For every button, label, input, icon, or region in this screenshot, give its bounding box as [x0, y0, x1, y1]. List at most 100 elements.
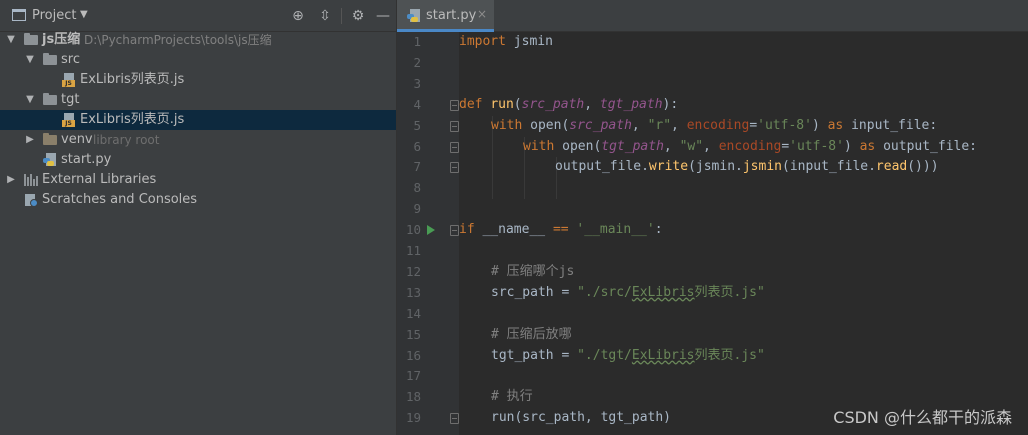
gutter-line[interactable]: 1	[397, 32, 459, 53]
project-header: Project ▼ ⊕ ⇳ ⚙ —	[0, 0, 396, 32]
chevron-right-icon[interactable]: ▶	[5, 170, 17, 190]
chevron-down-icon[interactable]: ▼	[80, 9, 88, 20]
folder-icon	[24, 33, 38, 45]
tree-item-label: venv	[61, 132, 93, 147]
gutter-line[interactable]: 14	[397, 304, 459, 325]
line-number: 5	[413, 117, 421, 133]
fold-icon[interactable]	[450, 99, 459, 111]
code-line-15: # 压缩后放哪	[491, 326, 572, 342]
editor-area: start.py × 1 2 3 4 5 6 7 8 9 10 11 12 13 14 15 16 17 18 19…	[397, 0, 1028, 435]
code-line-19: run(src_path, tgt_path)	[491, 410, 672, 426]
project-window-icon	[12, 9, 26, 21]
project-tree: ▼ js压缩 D:\PycharmProjects\tools\js压缩 ▼ s…	[0, 30, 396, 210]
folder-icon	[43, 53, 57, 65]
gutter-line[interactable]: 11	[397, 241, 459, 262]
line-number: 3	[413, 75, 421, 91]
header-divider	[341, 8, 342, 24]
gutter-line[interactable]: 6	[397, 137, 459, 158]
gutter-line[interactable]: 4	[397, 95, 459, 116]
tab-start-py[interactable]: start.py ×	[397, 0, 494, 32]
code-line-16: tgt_path = "./tgt/ExLibris列表页.js"	[491, 347, 765, 363]
project-tool-window: Project ▼ ⊕ ⇳ ⚙ — ▼ js压缩 D:\PycharmProje…	[0, 0, 397, 435]
code-line-6: with open(tgt_path, "w", encoding='utf-8…	[523, 138, 978, 154]
code-line-7: output_file.write(jsmin.jsmin(input_file…	[555, 159, 939, 175]
editor-gutter[interactable]: 1 2 3 4 5 6 7 8 9 10 11 12 13 14 15 16 17 18 19	[397, 32, 459, 435]
code-line-1: import jsmin	[459, 34, 553, 49]
gutter-line[interactable]: 13	[397, 283, 459, 304]
gutter-line[interactable]: 9	[397, 199, 459, 220]
fold-icon[interactable]	[450, 120, 459, 132]
line-number: 2	[413, 54, 421, 70]
line-number: 6	[413, 138, 421, 154]
run-icon[interactable]	[427, 225, 435, 236]
gutter-line[interactable]: 5	[397, 116, 459, 137]
gear-icon[interactable]: ⚙	[349, 7, 367, 25]
tree-item-tgt[interactable]: ▼ tgt	[0, 90, 396, 110]
folder-icon	[43, 133, 57, 145]
chevron-down-icon[interactable]: ▼	[24, 90, 36, 110]
library-icon	[24, 174, 38, 186]
tree-item-label: ExLibris列表页.js	[80, 72, 185, 87]
fold-end-icon[interactable]	[450, 413, 459, 425]
tree-item-root[interactable]: ▼ js压缩 D:\PycharmProjects\tools\js压缩	[0, 30, 396, 50]
tree-item-label: js压缩	[42, 32, 81, 47]
javascript-file-icon: JS	[62, 73, 76, 87]
hide-icon[interactable]: —	[374, 7, 392, 25]
line-number: 14	[405, 305, 421, 321]
tree-item-src[interactable]: ▼ src	[0, 50, 396, 70]
line-number: 1	[413, 34, 421, 49]
code-line-12: # 压缩哪个js	[491, 263, 575, 279]
tree-item-label: Scratches and Consoles	[42, 192, 198, 207]
line-number: 16	[405, 347, 421, 363]
fold-end-icon[interactable]	[450, 162, 459, 174]
code-line-10: if __name__ == '__main__':	[459, 222, 663, 238]
chevron-down-icon[interactable]: ▼	[24, 50, 36, 70]
code-line-4: def run(src_path, tgt_path):	[459, 96, 679, 112]
chevron-down-icon[interactable]: ▼	[5, 30, 17, 50]
gutter-line[interactable]: 10	[397, 220, 459, 241]
gutter-line[interactable]: 3	[397, 74, 459, 95]
fold-icon[interactable]	[450, 141, 459, 153]
line-number: 9	[413, 201, 421, 217]
scratches-icon	[24, 193, 38, 207]
tree-item-src-file[interactable]: JS ExLibris列表页.js	[0, 70, 396, 90]
gutter-line[interactable]: 19	[397, 408, 459, 429]
line-number: 4	[413, 96, 421, 112]
tree-item-scratches[interactable]: Scratches and Consoles	[0, 190, 396, 210]
close-icon[interactable]: ×	[477, 7, 487, 21]
gutter-line[interactable]: 16	[397, 346, 459, 367]
gutter-line[interactable]: 17	[397, 366, 459, 387]
line-number: 19	[405, 410, 421, 426]
tree-item-external-libraries[interactable]: ▶ External Libraries	[0, 170, 396, 190]
project-view-selector[interactable]: Project	[32, 8, 76, 23]
line-number: 7	[413, 159, 421, 175]
tree-item-label: ExLibris列表页.js	[80, 112, 185, 127]
javascript-file-icon: JS	[62, 113, 76, 127]
locate-file-icon[interactable]: ⊕	[289, 7, 307, 25]
gutter-line[interactable]: 18	[397, 387, 459, 408]
tree-item-venv[interactable]: ▶ venv library root	[0, 130, 396, 150]
line-number: 15	[405, 326, 421, 342]
gutter-line[interactable]: 7	[397, 157, 459, 178]
gutter-line[interactable]: 2	[397, 53, 459, 74]
line-number: 13	[405, 284, 421, 300]
gutter-line[interactable]: 12	[397, 262, 459, 283]
gutter-line[interactable]: 15	[397, 325, 459, 346]
code-line-13: src_path = "./src/ExLibris列表页.js"	[491, 284, 765, 300]
collapse-all-icon[interactable]: ⇳	[316, 7, 334, 25]
tree-item-label: start.py	[61, 152, 112, 167]
tree-item-label: src	[61, 52, 80, 67]
tree-item-tgt-file[interactable]: JS ExLibris列表页.js	[0, 110, 396, 130]
gutter-line[interactable]: 8	[397, 178, 459, 199]
line-number: 11	[405, 243, 421, 258]
line-number: 8	[413, 180, 421, 196]
line-number: 10	[405, 222, 421, 238]
tree-item-start-file[interactable]: start.py	[0, 150, 396, 170]
line-number: 17	[405, 368, 421, 384]
folder-icon	[43, 93, 57, 105]
fold-icon[interactable]	[450, 225, 459, 237]
python-file-icon	[407, 9, 421, 23]
chevron-right-icon[interactable]: ▶	[24, 130, 36, 150]
code-editor[interactable]: import jsmin def run(src_path, tgt_path)…	[459, 32, 1028, 435]
tree-item-label: External Libraries	[42, 172, 157, 187]
